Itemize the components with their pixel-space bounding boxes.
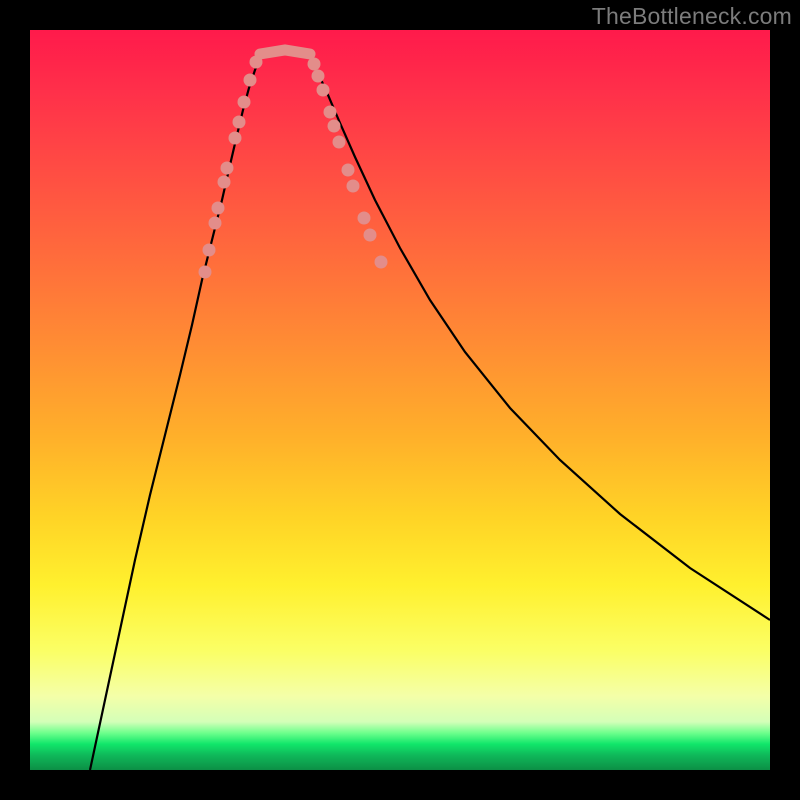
data-dot bbox=[250, 56, 263, 69]
dot-cluster-right bbox=[308, 58, 388, 269]
data-dot bbox=[375, 256, 388, 269]
curve-trough bbox=[260, 50, 310, 54]
data-dot bbox=[347, 180, 360, 193]
data-dot bbox=[312, 70, 325, 83]
data-dot bbox=[317, 84, 330, 97]
data-dot bbox=[358, 212, 371, 225]
watermark-text: TheBottleneck.com bbox=[592, 3, 792, 30]
data-dot bbox=[221, 162, 234, 175]
data-dot bbox=[244, 74, 257, 87]
data-dot bbox=[203, 244, 216, 257]
data-dot bbox=[364, 229, 377, 242]
data-dot bbox=[233, 116, 246, 129]
plot-area bbox=[30, 30, 770, 770]
data-dot bbox=[209, 217, 222, 230]
data-dot bbox=[238, 96, 251, 109]
data-dot bbox=[199, 266, 212, 279]
curve-right-branch bbox=[310, 58, 770, 620]
curve-svg bbox=[30, 30, 770, 770]
data-dot bbox=[342, 164, 355, 177]
data-dot bbox=[328, 120, 341, 133]
dot-cluster-left bbox=[199, 56, 263, 279]
data-dot bbox=[333, 136, 346, 149]
curve-left-branch bbox=[90, 58, 260, 770]
data-dot bbox=[229, 132, 242, 145]
data-dot bbox=[218, 176, 231, 189]
outer-frame: TheBottleneck.com bbox=[0, 0, 800, 800]
data-dot bbox=[308, 58, 321, 71]
data-dot bbox=[324, 106, 337, 119]
data-dot bbox=[212, 202, 225, 215]
